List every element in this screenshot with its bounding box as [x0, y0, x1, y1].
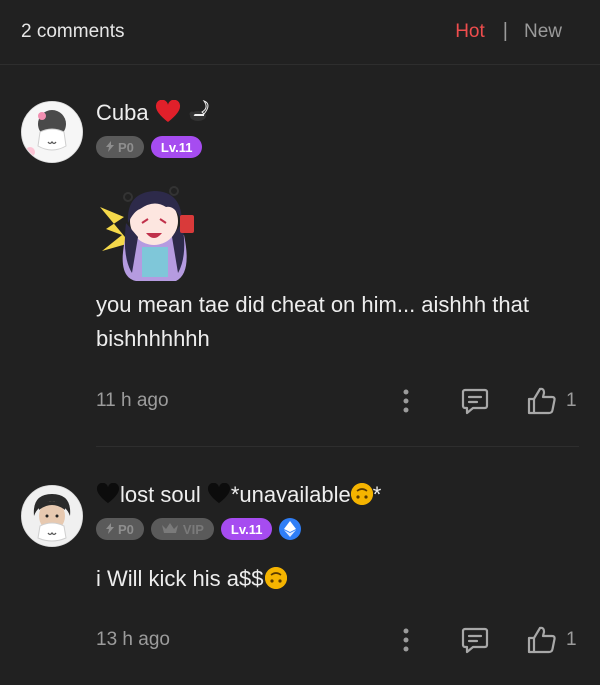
more-options-icon[interactable] [396, 387, 416, 415]
ethereum-icon [279, 518, 302, 540]
lightning-icon [106, 522, 114, 537]
timestamp: 11 h ago [96, 390, 169, 411]
sort-new-tab[interactable]: New [524, 21, 562, 43]
black-heart-icon [96, 482, 120, 511]
avatar[interactable] [21, 485, 83, 547]
comment-meta: 11 h ago 1 [96, 386, 580, 416]
comments-header: 2 comments Hot | New [0, 0, 600, 65]
upside-down-face-icon [265, 567, 288, 589]
comment-count: 2 comments [21, 21, 125, 42]
comment-item: lost soul *unavailable * P0 VIP Lv.11 i W… [0, 448, 600, 685]
avatar[interactable] [21, 101, 83, 163]
username[interactable]: Cuba [96, 99, 213, 130]
sort-separator: | [502, 20, 508, 42]
vip-badge: VIP [150, 518, 214, 540]
sort-hot-tab[interactable]: Hot [455, 21, 485, 43]
sort-tabs: Hot | New [455, 20, 562, 43]
user-badges: P0 Lv.11 [96, 136, 203, 158]
like-count: 1 [566, 390, 577, 411]
comment-divider [96, 446, 579, 447]
reply-icon[interactable] [460, 386, 490, 416]
points-badge: P0 [96, 136, 144, 158]
level-badge: Lv.11 [150, 136, 203, 158]
comment-meta: 13 h ago 1 [96, 625, 580, 655]
comment-item: Cuba P0 Lv.11 you mean tae did cheat on … [0, 64, 600, 447]
points-badge: P0 [96, 518, 144, 540]
black-heart-icon [207, 482, 231, 511]
level-badge: Lv.11 [220, 518, 273, 540]
comment-text: you mean tae did cheat on him... aishhh … [96, 292, 529, 351]
more-options-icon[interactable] [396, 626, 416, 654]
crown-icon [161, 522, 179, 537]
user-badges: P0 VIP Lv.11 [96, 518, 302, 540]
like-icon[interactable] [526, 625, 558, 655]
reply-icon[interactable] [460, 625, 490, 655]
anime-sticker-image [96, 177, 206, 287]
lightning-icon [106, 140, 114, 155]
timestamp: 13 h ago [96, 629, 170, 650]
skunk-icon [187, 99, 213, 130]
like-count: 1 [566, 629, 577, 650]
username[interactable]: lost soul *unavailable * [96, 482, 381, 511]
upside-down-face-icon [350, 483, 373, 505]
like-icon[interactable] [526, 386, 558, 416]
comment-text: i Will kick his a$$ [96, 562, 576, 596]
heart-icon [155, 99, 181, 130]
